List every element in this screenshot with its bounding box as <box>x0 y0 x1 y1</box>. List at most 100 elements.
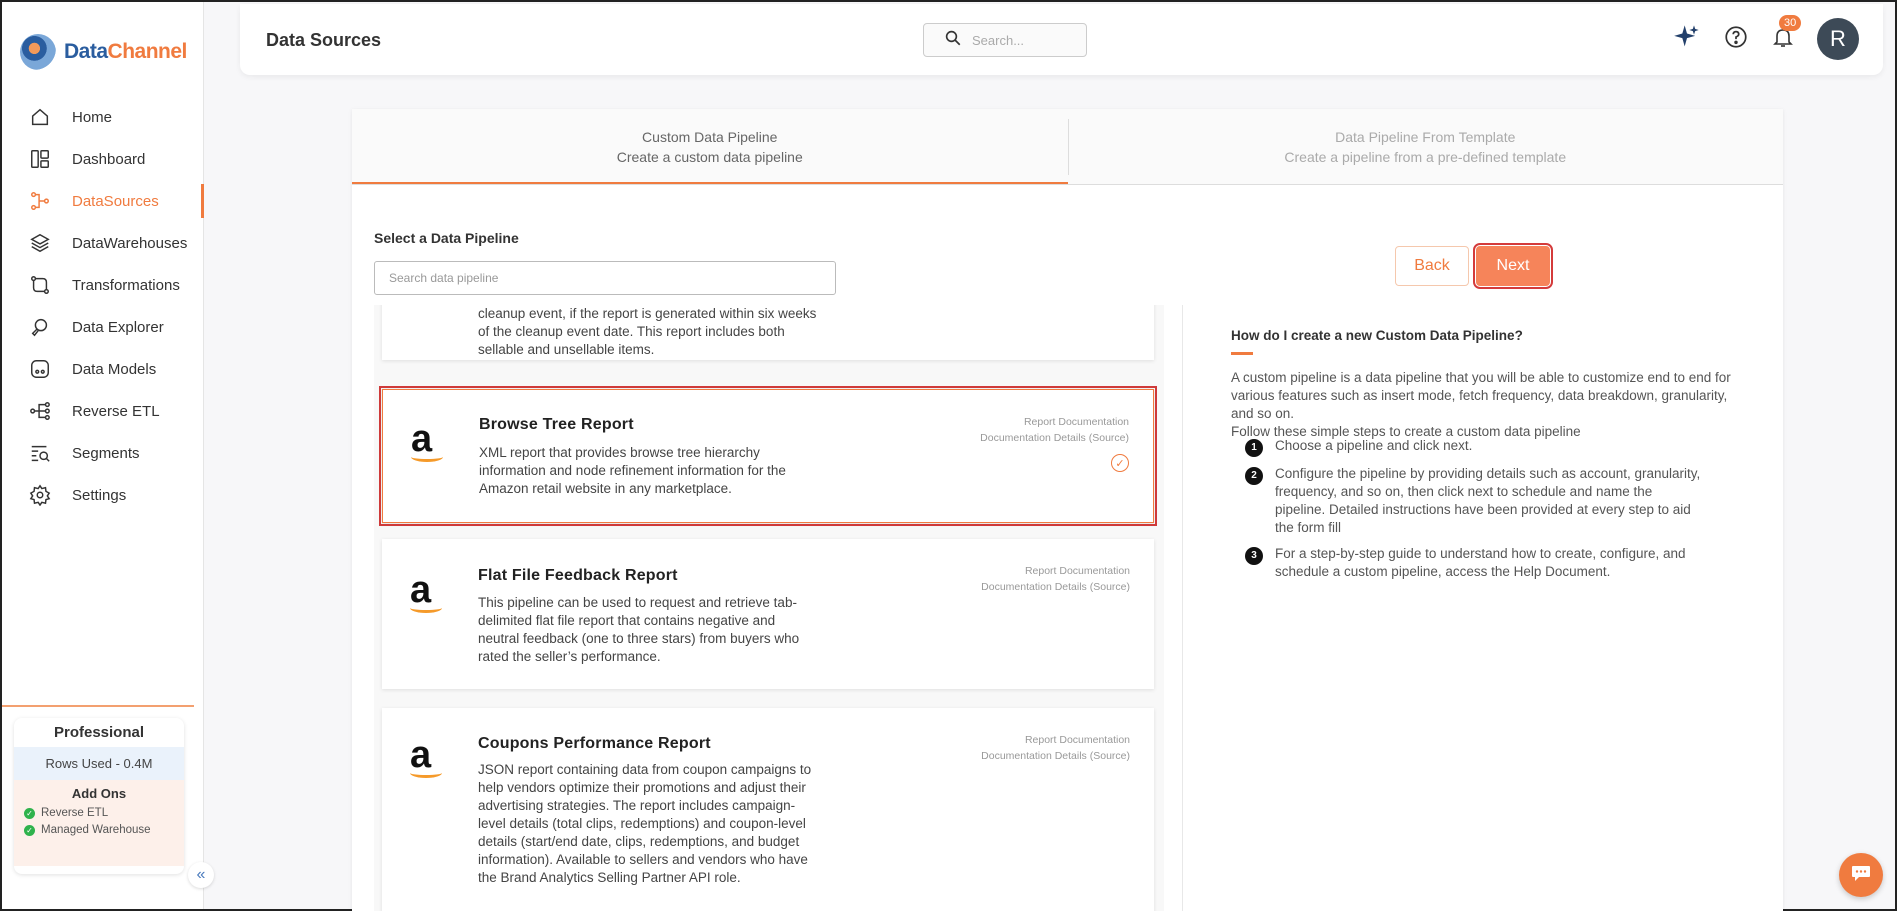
help-panel: How do I create a new Custom Data Pipeli… <box>1182 305 1782 911</box>
sidebar-item-data-explorer[interactable]: Data Explorer <box>2 306 203 348</box>
top-icons: 30 R <box>1651 14 1859 60</box>
documentation-details-link[interactable]: Documentation Details (Source) <box>981 748 1130 764</box>
pipeline-title: Flat File Feedback Report <box>478 567 678 584</box>
sidebar-item-home[interactable]: Home <box>2 96 203 138</box>
step-text: Configure the pipeline by providing deta… <box>1275 466 1701 535</box>
pipeline-item-partial[interactable]: cleanup event, if the report is generate… <box>382 305 1154 360</box>
documentation-details-link[interactable]: Documentation Details (Source) <box>980 430 1129 446</box>
chat-icon <box>1849 861 1873 890</box>
tab-custom-data-pipeline[interactable]: Custom Data Pipeline Create a custom dat… <box>352 109 1068 184</box>
sidebar-item-data-models[interactable]: Data Models <box>2 348 203 390</box>
models-icon <box>28 357 52 381</box>
pipeline-links: Report Documentation Documentation Detai… <box>981 563 1130 595</box>
step-number: 2 <box>1245 467 1263 485</box>
check-circle-icon: ✓ <box>24 807 35 819</box>
pipeline-links: Report Documentation Documentation Detai… <box>981 732 1130 764</box>
pipeline-title: Coupons Performance Report <box>478 735 711 752</box>
tab-subtitle: Create a custom data pipeline <box>616 149 803 165</box>
addon-item: ✓ Reverse ETL <box>24 807 174 819</box>
sidebar-item-datasources[interactable]: DataSources <box>2 180 204 222</box>
pipeline-item-browse-tree-report[interactable]: a Browse Tree Report XML report that pro… <box>379 386 1157 526</box>
sidebar-item-reverse-etl[interactable]: Reverse ETL <box>2 390 203 432</box>
sidebar-item-label: Data Models <box>72 360 157 378</box>
global-search[interactable]: Search... <box>923 23 1087 57</box>
amazon-logo-icon: a <box>410 736 444 780</box>
home-icon <box>28 105 52 129</box>
sidebar-nav: Home Dashboard DataSources DataWarehouse… <box>2 96 204 516</box>
pipeline-desc: cleanup event, if the report is generate… <box>478 306 817 357</box>
gear-icon <box>28 483 52 507</box>
layers-icon <box>28 231 52 255</box>
pipeline-card: Custom Data Pipeline Create a custom dat… <box>352 109 1783 911</box>
tab-title: Data Pipeline From Template <box>1335 129 1516 145</box>
help-title: How do I create a new Custom Data Pipeli… <box>1231 328 1523 343</box>
report-documentation-link[interactable]: Report Documentation <box>980 414 1129 430</box>
check-circle-icon: ✓ <box>24 824 35 836</box>
help-underline <box>1231 352 1253 355</box>
help-step: 1 Choose a pipeline and click next. <box>1245 437 1725 457</box>
next-button[interactable]: Next <box>1473 243 1553 289</box>
search-placeholder: Search... <box>972 32 1025 48</box>
pipeline-desc: XML report that provides browse tree hie… <box>479 445 786 496</box>
sidebar-item-label: Transformations <box>72 276 180 294</box>
amazon-logo-icon: a <box>411 420 445 464</box>
pipeline-tabs: Custom Data Pipeline Create a custom dat… <box>352 109 1783 185</box>
sidebar: DataChannel Home Dashboard DataSources D… <box>2 2 204 909</box>
pipeline-item-coupons-performance-report[interactable]: a Coupons Performance Report JSON report… <box>382 708 1154 911</box>
ai-sparkle-button[interactable] <box>1673 23 1701 56</box>
datachannel-logo-icon <box>20 34 56 70</box>
brand-name-part1: Data <box>64 40 108 63</box>
avatar[interactable]: R <box>1817 18 1859 60</box>
chat-button[interactable] <box>1839 853 1883 897</box>
pipeline-list[interactable]: cleanup event, if the report is generate… <box>374 305 1164 911</box>
amazon-logo-icon: a <box>410 571 444 615</box>
addon-item: ✓ Managed Warehouse <box>24 824 174 836</box>
step-number: 1 <box>1245 439 1263 457</box>
help-intro: A custom pipeline is a data pipeline tha… <box>1231 369 1731 441</box>
pipeline-search-input[interactable]: Search data pipeline <box>374 261 836 295</box>
pipeline-item-flat-file-feedback-report[interactable]: a Flat File Feedback Report This pipelin… <box>382 539 1154 689</box>
help-step: 2 Configure the pipeline by providing de… <box>1245 465 1725 537</box>
sidebar-item-label: DataWarehouses <box>72 234 188 252</box>
selected-check-icon: ✓ <box>1111 454 1129 472</box>
collapse-sidebar-button[interactable]: « <box>188 862 214 888</box>
sidebar-item-transformations[interactable]: Transformations <box>2 264 203 306</box>
top-bar: Data Sources Search... 30 R <box>240 4 1883 75</box>
step-text: For a step-by-step guide to understand h… <box>1275 546 1686 579</box>
report-documentation-link[interactable]: Report Documentation <box>981 563 1130 579</box>
addon-label: Reverse ETL <box>41 807 109 819</box>
sidebar-item-segments[interactable]: Segments <box>2 432 203 474</box>
sidebar-item-label: Home <box>72 108 113 126</box>
help-intro-text: A custom pipeline is a data pipeline tha… <box>1231 370 1731 421</box>
plan-addons: Add Ons ✓ Reverse ETL ✓ Managed Warehouse <box>14 780 184 866</box>
pipeline-desc: This pipeline can be used to request and… <box>478 595 800 664</box>
brand-logo[interactable]: DataChannel <box>2 2 203 72</box>
tab-pipeline-from-template[interactable]: Data Pipeline From Template Create a pip… <box>1067 109 1784 184</box>
plan-rows-used: Rows Used - 0.4M <box>14 747 184 780</box>
documentation-details-link[interactable]: Documentation Details (Source) <box>981 579 1130 595</box>
sidebar-item-settings[interactable]: Settings <box>2 474 203 516</box>
brand-name: DataChannel <box>64 40 187 64</box>
report-documentation-link[interactable]: Report Documentation <box>981 732 1130 748</box>
notifications-button[interactable]: 30 <box>1771 14 1802 54</box>
plan-card: Professional Rows Used - 0.4M Add Ons ✓ R… <box>14 718 184 874</box>
help-button[interactable] <box>1723 24 1749 55</box>
help-step: 3 For a step-by-step guide to understand… <box>1245 545 1725 581</box>
sidebar-item-label: DataSources <box>72 192 159 210</box>
step-number: 3 <box>1245 547 1263 565</box>
plan-divider <box>2 705 194 707</box>
segments-icon <box>28 441 52 465</box>
explorer-icon <box>28 315 52 339</box>
step-text: Choose a pipeline and click next. <box>1275 438 1473 453</box>
select-pipeline-label: Select a Data Pipeline <box>374 230 519 246</box>
sparkle-icon <box>1673 23 1701 56</box>
notification-badge: 30 <box>1779 14 1802 31</box>
sidebar-item-label: Segments <box>72 444 140 462</box>
pipeline-desc: JSON report containing data from coupon … <box>478 762 812 885</box>
transform-icon <box>28 273 52 297</box>
brand-name-part2: Channel <box>107 40 188 63</box>
help-steps: 1 Choose a pipeline and click next. 2 Co… <box>1245 437 1725 585</box>
sidebar-item-dashboard[interactable]: Dashboard <box>2 138 203 180</box>
back-button[interactable]: Back <box>1395 246 1469 286</box>
sidebar-item-datawarehouses[interactable]: DataWarehouses <box>2 222 203 264</box>
